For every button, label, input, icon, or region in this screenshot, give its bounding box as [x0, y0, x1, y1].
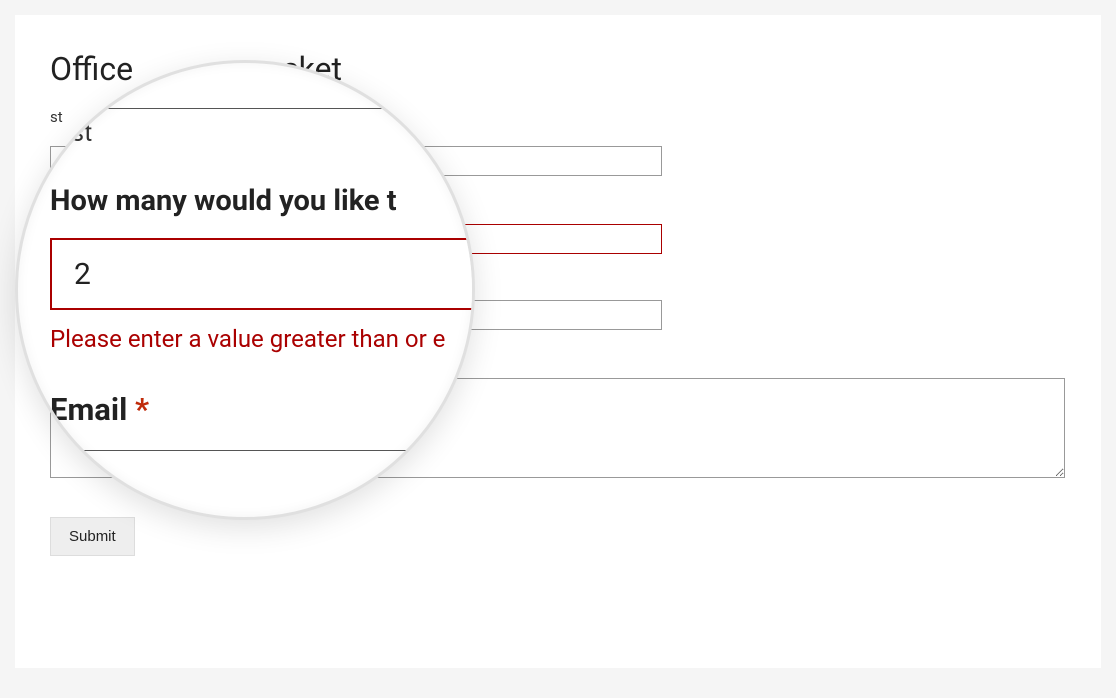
magnifier-email-label: Email *	[50, 391, 452, 428]
magnifier-quantity-value: 2	[74, 257, 91, 292]
form-card: Office ________ acket st How many would …	[15, 15, 1101, 668]
magnifier-sublabel: ..st	[58, 119, 452, 148]
magnifier-email-text: Email	[50, 391, 127, 428]
magnifier-quantity-input: 2	[50, 238, 475, 310]
magnifier-content: ..st How many would you like t 2 Please …	[18, 63, 472, 517]
magnifier-lens: ..st How many would you like t 2 Please …	[15, 60, 475, 520]
magnifier-required-asterisk: *	[135, 391, 149, 428]
magnifier-divider-bottom	[30, 450, 410, 451]
magnifier-quantity-label: How many would you like t	[50, 184, 452, 218]
magnifier-divider-top	[30, 108, 450, 109]
submit-button[interactable]: Submit	[50, 517, 135, 556]
magnifier-error-message: Please enter a value greater than or e	[50, 325, 452, 353]
